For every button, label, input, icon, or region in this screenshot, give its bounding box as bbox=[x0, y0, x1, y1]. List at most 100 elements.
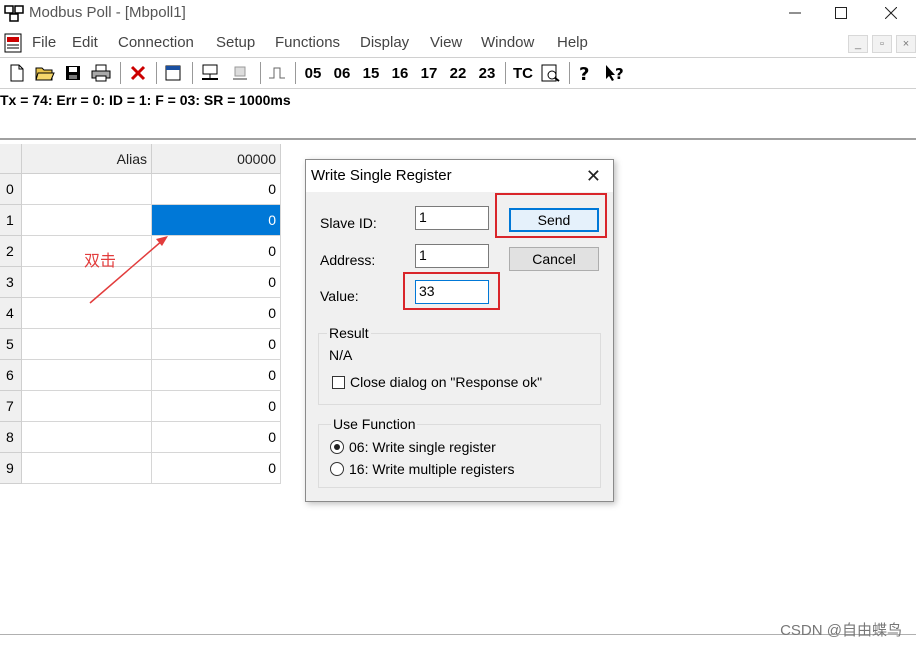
menu-setup[interactable]: Setup bbox=[216, 34, 255, 51]
value-cell[interactable]: 0 bbox=[152, 422, 281, 453]
delete-button[interactable] bbox=[127, 61, 149, 85]
new-file-icon bbox=[10, 64, 24, 82]
window-button[interactable] bbox=[162, 61, 184, 85]
menu-connection[interactable]: Connection bbox=[118, 34, 194, 51]
alias-cell[interactable] bbox=[22, 391, 152, 422]
toolbar: 05 06 15 16 17 22 23 TC ? ? bbox=[0, 57, 916, 89]
slave-id-input[interactable]: 1 bbox=[415, 206, 489, 230]
menu-bar: File Edit Connection Setup Functions Dis… bbox=[0, 31, 916, 55]
value-cell[interactable]: 0 bbox=[152, 360, 281, 391]
toolbar-separator bbox=[120, 62, 121, 84]
menu-help[interactable]: Help bbox=[557, 34, 588, 51]
alias-cell[interactable] bbox=[22, 360, 152, 391]
function-06-label[interactable]: 06: Write single register bbox=[349, 439, 496, 455]
function-15-button[interactable]: 15 bbox=[358, 61, 384, 85]
traffic-button[interactable]: TC bbox=[510, 61, 536, 85]
row-header[interactable]: 4 bbox=[0, 298, 22, 329]
function-16-radio[interactable] bbox=[330, 462, 344, 476]
alias-cell[interactable] bbox=[22, 453, 152, 484]
alias-cell[interactable] bbox=[22, 298, 152, 329]
value-cell[interactable]: 0 bbox=[152, 329, 281, 360]
row-header[interactable]: 9 bbox=[0, 453, 22, 484]
row-header[interactable]: 0 bbox=[0, 174, 22, 205]
print-button[interactable] bbox=[89, 61, 113, 85]
menu-functions[interactable]: Functions bbox=[275, 34, 340, 51]
minimize-button[interactable] bbox=[772, 0, 818, 26]
row-header[interactable]: 3 bbox=[0, 267, 22, 298]
result-value: N/A bbox=[329, 347, 353, 363]
save-icon bbox=[66, 66, 80, 80]
row-header[interactable]: 8 bbox=[0, 422, 22, 453]
bottom-border bbox=[0, 634, 916, 635]
toolbar-separator bbox=[505, 62, 506, 84]
connect-button[interactable] bbox=[198, 61, 222, 85]
alias-cell[interactable] bbox=[22, 422, 152, 453]
alias-cell[interactable] bbox=[22, 205, 152, 236]
column-header-address[interactable]: 00000 bbox=[152, 144, 281, 174]
function-17-button[interactable]: 17 bbox=[416, 61, 442, 85]
value-cell[interactable]: 0 bbox=[152, 267, 281, 298]
close-on-ok-checkbox[interactable] bbox=[332, 376, 345, 389]
mdi-close-button[interactable]: × bbox=[896, 35, 916, 53]
alias-cell[interactable] bbox=[22, 329, 152, 360]
mdi-restore-button[interactable]: ▫ bbox=[872, 35, 892, 53]
menu-view[interactable]: View bbox=[430, 34, 462, 51]
window-icon bbox=[165, 65, 181, 81]
toolbar-separator bbox=[295, 62, 296, 84]
function-22-button[interactable]: 22 bbox=[445, 61, 471, 85]
watermark: CSDN @自由蝶鸟 bbox=[780, 622, 902, 639]
modbus-app-icon bbox=[4, 5, 24, 22]
alias-cell[interactable] bbox=[22, 174, 152, 205]
maximize-icon bbox=[835, 7, 847, 19]
disconnect-button[interactable] bbox=[228, 61, 252, 85]
save-button[interactable] bbox=[62, 61, 84, 85]
value-cell[interactable]: 0 bbox=[152, 174, 281, 205]
menu-file[interactable]: File bbox=[32, 34, 56, 51]
menu-window[interactable]: Window bbox=[481, 34, 534, 51]
mdi-minimize-button[interactable]: _ bbox=[848, 35, 868, 53]
close-button[interactable] bbox=[868, 0, 914, 26]
dialog-title-bar: Write Single Register ✕ bbox=[306, 160, 613, 192]
cancel-button[interactable]: Cancel bbox=[509, 247, 599, 271]
column-header-alias[interactable]: Alias bbox=[22, 144, 152, 174]
value-cell-selected[interactable]: 0 bbox=[152, 205, 281, 236]
maximize-button[interactable] bbox=[818, 0, 864, 26]
open-button[interactable] bbox=[33, 61, 57, 85]
function-23-button[interactable]: 23 bbox=[474, 61, 500, 85]
alias-cell[interactable] bbox=[22, 267, 152, 298]
address-input[interactable]: 1 bbox=[415, 244, 489, 268]
function-06-radio[interactable] bbox=[330, 440, 344, 454]
row-header[interactable]: 5 bbox=[0, 329, 22, 360]
new-button[interactable] bbox=[6, 61, 28, 85]
use-function-group-title: Use Function bbox=[331, 416, 418, 432]
value-cell[interactable]: 0 bbox=[152, 298, 281, 329]
help-button[interactable]: ? bbox=[574, 61, 596, 85]
svg-text:?: ? bbox=[579, 64, 589, 82]
function-06-button[interactable]: 06 bbox=[329, 61, 355, 85]
context-help-button[interactable]: ? bbox=[602, 61, 628, 85]
document-icon[interactable] bbox=[3, 33, 23, 53]
send-highlight-box bbox=[495, 193, 607, 238]
menu-edit[interactable]: Edit bbox=[72, 34, 98, 51]
window-title: Modbus Poll - [Mbpoll1] bbox=[29, 4, 186, 21]
value-cell[interactable]: 0 bbox=[152, 453, 281, 484]
menu-display[interactable]: Display bbox=[360, 34, 409, 51]
function-05-button[interactable]: 05 bbox=[300, 61, 326, 85]
print-icon bbox=[91, 64, 111, 82]
row-header[interactable]: 7 bbox=[0, 391, 22, 422]
pulse-button[interactable] bbox=[266, 61, 288, 85]
close-on-ok-label[interactable]: Close dialog on "Response ok" bbox=[350, 374, 542, 390]
toolbar-separator bbox=[260, 62, 261, 84]
mdi-controls: _ ▫ × bbox=[848, 35, 916, 53]
communication-log-button[interactable] bbox=[538, 61, 562, 85]
function-16-button[interactable]: 16 bbox=[387, 61, 413, 85]
toolbar-separator bbox=[156, 62, 157, 84]
function-16-label[interactable]: 16: Write multiple registers bbox=[349, 461, 514, 477]
value-cell[interactable]: 0 bbox=[152, 236, 281, 267]
row-header[interactable]: 2 bbox=[0, 236, 22, 267]
row-header[interactable]: 6 bbox=[0, 360, 22, 391]
value-cell[interactable]: 0 bbox=[152, 391, 281, 422]
dialog-close-icon[interactable]: ✕ bbox=[586, 166, 601, 187]
svg-text:?: ? bbox=[615, 65, 624, 82]
row-header[interactable]: 1 bbox=[0, 205, 22, 236]
